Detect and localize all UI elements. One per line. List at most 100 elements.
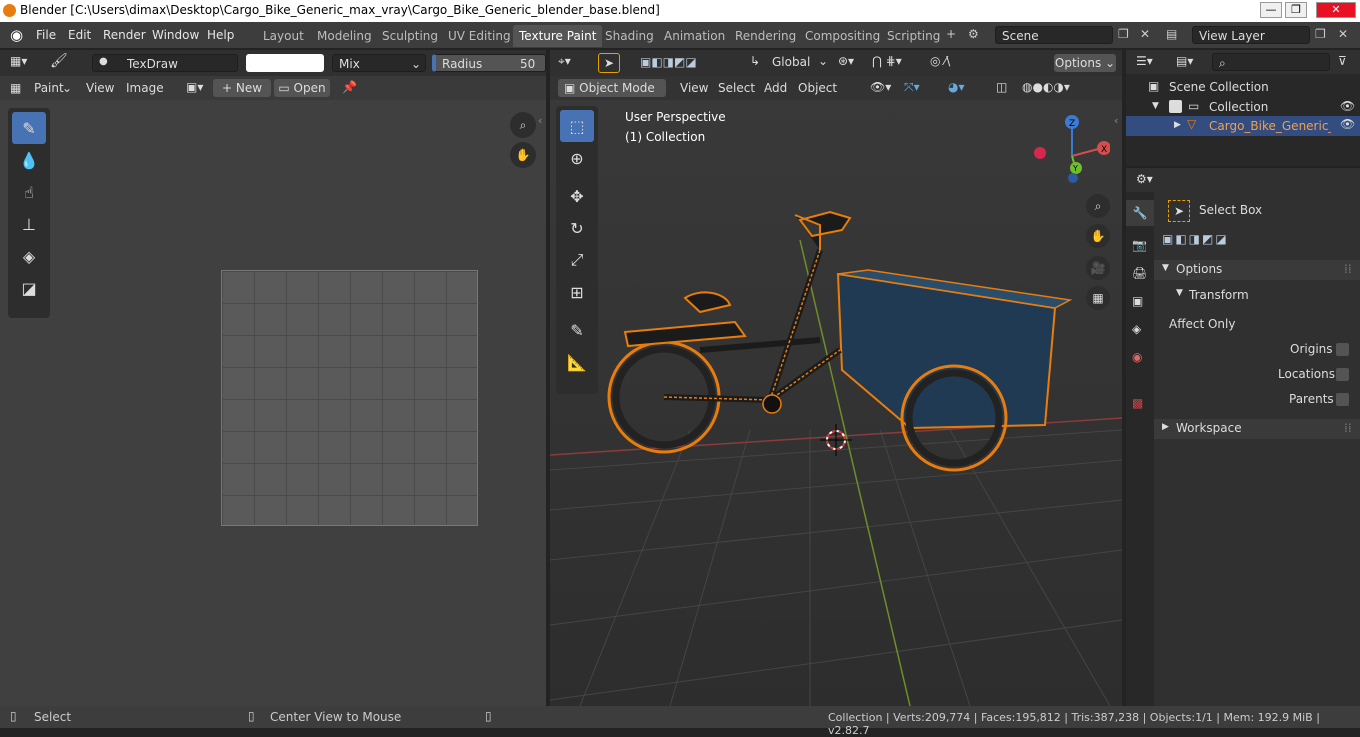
select-tool-icon[interactable]: ➤ (598, 53, 620, 73)
outliner-row-selected[interactable]: ▶ ▽ Cargo_Bike_Generic_obj 👁 (1126, 116, 1360, 136)
perspective-grid-icon[interactable]: ▦ (1086, 286, 1110, 310)
zoom-icon[interactable]: ⌕ (1086, 194, 1110, 218)
tool-tab-icon[interactable]: 🔧 (1126, 200, 1154, 226)
scale-tool-icon[interactable]: ⤢ (560, 244, 594, 276)
scene-icon[interactable]: ⚙ (968, 27, 979, 41)
options-dropdown[interactable]: Options ⌄ (1054, 54, 1116, 72)
options-section-header[interactable]: ▼ Options ⁞⁞ (1154, 260, 1360, 280)
pivot-point-icon[interactable]: ⊛▾ (838, 54, 854, 68)
collection-label[interactable]: Collection (1209, 100, 1268, 114)
outliner-search-input[interactable]: ⌕ (1212, 53, 1330, 71)
render-tab-icon[interactable]: 📷 (1132, 238, 1147, 252)
menu-select[interactable]: Select (718, 81, 755, 95)
snap-icon[interactable]: ⋂ ⋕▾ (872, 54, 902, 68)
menu-help[interactable]: Help (207, 28, 234, 42)
tab-shading[interactable]: Shading (599, 25, 660, 47)
add-workspace-icon[interactable]: + (946, 27, 956, 41)
mode-dropdown[interactable]: ▣ Object Mode ⌄ (558, 79, 666, 113)
expand-arrow-icon[interactable]: ▼ (1152, 101, 1159, 111)
clone-tool-icon[interactable]: ⊥ (12, 208, 46, 240)
shading-modes-icon[interactable]: ◍●◐◑▾ (1022, 80, 1070, 94)
smear-tool-icon[interactable]: ☝ (12, 176, 46, 208)
drag-handle-icon[interactable]: ⁞⁞ (1344, 421, 1352, 435)
menu-viewport-view[interactable]: View (680, 81, 708, 95)
transform-section-label[interactable]: Transform (1189, 288, 1249, 302)
editor-type-icon[interactable]: ☰▾ (1136, 54, 1153, 68)
image-browse-icon[interactable]: ▣▾ (186, 80, 203, 94)
scene-collection-label[interactable]: Scene Collection (1169, 80, 1269, 94)
collection-checkbox[interactable] (1169, 100, 1182, 113)
display-mode-icon[interactable]: ▤▾ (1176, 54, 1193, 68)
fill-tool-icon[interactable]: ◈ (12, 240, 46, 272)
pin-icon[interactable]: 📌 (342, 80, 357, 94)
copy-view-layer-icon[interactable]: ❐ (1315, 27, 1326, 41)
draw-tool-icon[interactable]: ✎ (12, 112, 46, 144)
world-tab-icon[interactable]: ◉ (1132, 350, 1142, 364)
close-button[interactable]: ✕ (1316, 2, 1356, 18)
open-image-button[interactable]: ▭ Open (274, 79, 330, 97)
tab-animation[interactable]: Animation (658, 25, 731, 47)
soften-tool-icon[interactable]: 💧 (12, 144, 46, 176)
proportional-edit-icon[interactable]: ◎ ⁄\ (930, 54, 950, 68)
cursor-tool-icon[interactable]: ⊕ (560, 142, 594, 174)
selection-mode-icons[interactable]: ▣◧◨◩◪ (1162, 232, 1229, 246)
menu-edit[interactable]: Edit (68, 28, 91, 42)
collapse-arrow-icon[interactable]: ‹ (1114, 114, 1118, 127)
tab-rendering[interactable]: Rendering (729, 25, 802, 47)
eye-icon[interactable]: 👁 (1340, 117, 1355, 131)
image-canvas-grid[interactable] (221, 270, 478, 526)
tab-sculpting[interactable]: Sculpting (376, 25, 444, 47)
overlays-icon[interactable]: ◕▾ (948, 80, 965, 94)
menu-object[interactable]: Object (798, 81, 837, 95)
menu-image[interactable]: Image (126, 81, 164, 95)
move-tool-icon[interactable]: ✥ (560, 180, 594, 212)
navigation-gizmo[interactable]: Z X Y (1030, 114, 1110, 186)
rotate-tool-icon[interactable]: ↻ (560, 212, 594, 244)
gizmo-neg-z-icon[interactable] (1068, 173, 1078, 183)
maximize-button[interactable]: ❐ (1285, 2, 1307, 18)
transform-tool-icon[interactable]: ⊞ (560, 276, 594, 308)
filter-icon[interactable]: ⊽ (1338, 54, 1347, 68)
menu-window[interactable]: Window (152, 28, 199, 42)
blender-menu-icon[interactable]: ◉ (10, 26, 23, 44)
view-layer-field[interactable]: View Layer (1192, 26, 1310, 44)
object-label[interactable]: Cargo_Bike_Generic_obj (1209, 119, 1331, 133)
expand-arrow-icon[interactable]: ▶ (1174, 120, 1181, 130)
new-image-button[interactable]: + New (213, 79, 271, 97)
annotate-tool-icon[interactable]: ✎ (560, 314, 594, 346)
output-tab-icon[interactable]: 🖨 (1132, 266, 1147, 280)
tab-uv-editing[interactable]: UV Editing (442, 25, 517, 47)
delete-view-layer-icon[interactable]: ✕ (1338, 27, 1348, 41)
view-layer-tab-icon[interactable]: ▣ (1132, 294, 1143, 308)
scene-field[interactable]: Scene (995, 26, 1113, 44)
locations-checkbox[interactable] (1336, 368, 1349, 381)
menu-view[interactable]: View (86, 81, 114, 95)
radius-slider[interactable]: Radius50 px (432, 54, 546, 89)
parents-checkbox[interactable] (1336, 393, 1349, 406)
select-box-tool-icon[interactable]: ⬚ (560, 110, 594, 142)
paint-mode-dropdown[interactable]: Paint (34, 81, 64, 95)
scene-tab-icon[interactable]: ◈ (1132, 322, 1141, 336)
mask-tool-icon[interactable]: ◪ (12, 272, 46, 304)
editor-type-icon[interactable]: ⌖▾ (558, 54, 571, 69)
orientation-dropdown[interactable]: Global (772, 55, 810, 69)
collapse-arrow-icon[interactable]: ‹ (538, 114, 542, 127)
measure-tool-icon[interactable]: 📐 (560, 346, 594, 378)
brush-color-swatch[interactable] (246, 54, 324, 72)
expand-arrow-icon[interactable]: ▼ (1176, 288, 1183, 298)
minimize-button[interactable]: — (1260, 2, 1282, 18)
delete-scene-icon[interactable]: ✕ (1140, 27, 1150, 41)
tab-texture-paint[interactable]: Texture Paint (513, 25, 603, 47)
tab-scripting[interactable]: Scripting (881, 25, 946, 47)
hand-pan-icon[interactable]: ✋ (1086, 224, 1110, 248)
3d-viewport[interactable]: ⌖▾ ➤ ▣◧◨◩◪ ↳ Global ⌄ ⊛▾ ⋂ ⋕▾ ◎ ⁄\ Optio… (550, 50, 1122, 706)
visibility-icon[interactable]: 👁▾ (870, 80, 891, 94)
tab-modeling[interactable]: Modeling (311, 25, 378, 47)
xray-icon[interactable]: ◫ (996, 80, 1007, 94)
workspace-section-header[interactable]: ▶ Workspace ⁞⁞ (1154, 419, 1360, 439)
gizmo-toggle-icon[interactable]: ⤧▾ (904, 80, 920, 95)
selection-mode-icons[interactable]: ▣◧◨◩◪ (640, 55, 697, 69)
editor-type-icon[interactable]: ⚙▾ (1136, 172, 1153, 186)
editor-type-icon[interactable]: ▦▾ (10, 54, 27, 68)
origins-checkbox[interactable] (1336, 343, 1349, 356)
